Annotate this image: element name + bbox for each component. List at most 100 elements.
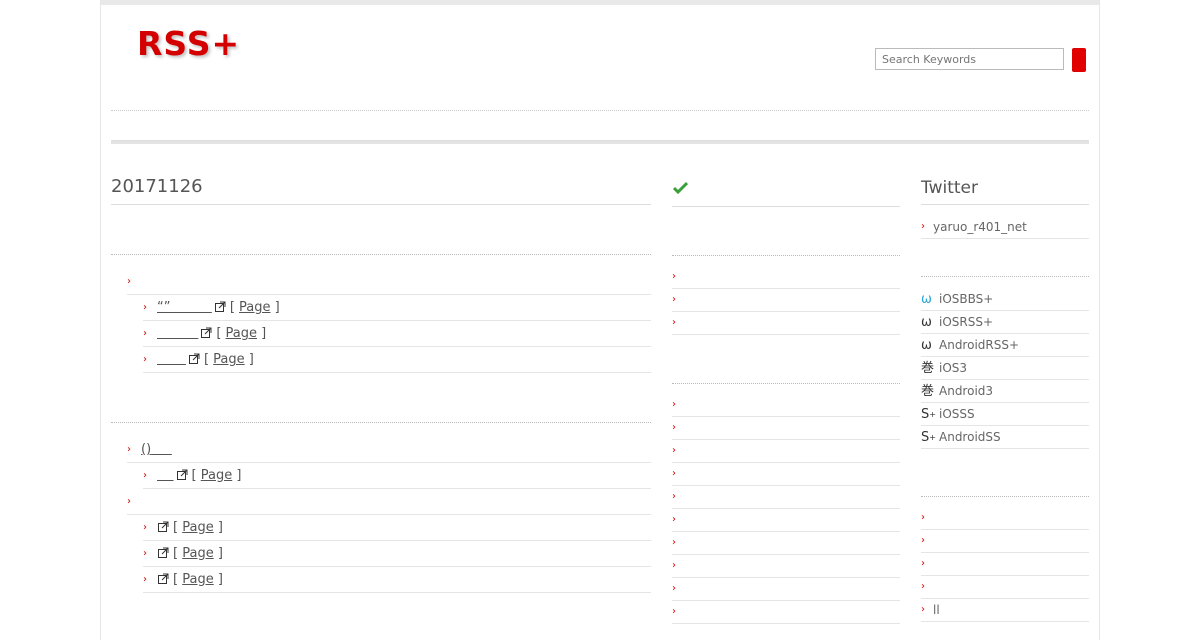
external-link-icon[interactable] xyxy=(176,469,188,480)
page-link[interactable]: Page xyxy=(201,468,232,483)
list-item[interactable]: › xyxy=(127,489,651,515)
chevron-right-icon: › xyxy=(672,560,676,571)
list-item[interactable]: › xyxy=(921,576,1089,599)
chevron-right-icon: › xyxy=(921,558,925,569)
article-link[interactable] xyxy=(157,352,186,367)
article-link[interactable]: “” xyxy=(157,300,212,315)
list-item[interactable]: › xyxy=(921,507,1089,530)
list-item[interactable]: › xyxy=(672,601,900,624)
chevron-right-icon: › xyxy=(672,445,676,456)
section-divider xyxy=(672,383,900,384)
article-link[interactable] xyxy=(157,468,174,483)
app-link-android3[interactable]: 巻 Android3 xyxy=(921,380,1089,403)
list-item[interactable]: › xyxy=(672,532,900,555)
chevron-right-icon: › xyxy=(127,496,131,507)
chevron-right-icon: › xyxy=(672,317,676,328)
app-link-iosbbs[interactable]: ω iOSBBS+ xyxy=(921,288,1089,311)
page-link[interactable]: Page xyxy=(182,572,213,587)
external-link-icon[interactable] xyxy=(201,327,212,338)
article-link[interactable] xyxy=(157,326,198,341)
checkmark-icon xyxy=(673,181,688,194)
omega-icon: ω xyxy=(921,292,932,307)
chevron-right-icon: › xyxy=(127,276,131,287)
chevron-right-icon: › xyxy=(921,512,925,523)
chevron-right-icon: › xyxy=(127,444,131,455)
external-link-icon[interactable] xyxy=(188,353,200,364)
chevron-right-icon: › xyxy=(672,468,676,479)
app-link-androidss[interactable]: S+ AndroidSS xyxy=(921,426,1089,449)
site-logo[interactable]: RSS+ xyxy=(137,24,240,63)
chevron-right-icon: › xyxy=(921,581,925,592)
list-item[interactable]: ›[ Page ] xyxy=(143,567,651,593)
app-link-androidrss[interactable]: ω AndroidRSS+ xyxy=(921,334,1089,357)
date-heading: 20171126 xyxy=(111,176,651,205)
external-link-icon[interactable] xyxy=(158,573,169,584)
list-item[interactable]: › xyxy=(921,553,1089,576)
chevron-right-icon: › xyxy=(143,574,147,585)
chevron-right-icon: › xyxy=(672,514,676,525)
chevron-right-icon: › xyxy=(143,470,147,481)
list-item[interactable]: › [ Page ] xyxy=(143,321,651,347)
top-bar xyxy=(101,0,1099,5)
chevron-right-icon: › xyxy=(921,221,925,232)
page-link[interactable]: Page xyxy=(213,352,244,367)
search-input[interactable] xyxy=(875,48,1064,70)
chevron-right-icon: › xyxy=(672,606,676,617)
section-divider xyxy=(111,254,651,255)
external-link-icon[interactable] xyxy=(158,521,169,532)
app-link-iosrss[interactable]: ω iOSRSS+ xyxy=(921,311,1089,334)
chevron-right-icon: › xyxy=(143,328,147,339)
chevron-right-icon: › xyxy=(672,399,676,410)
page-link[interactable]: Page xyxy=(182,520,213,535)
search-button[interactable] xyxy=(1072,48,1086,72)
scroll-icon: 巻 xyxy=(921,384,935,399)
twitter-heading: Twitter xyxy=(921,178,1089,205)
list-item[interactable]: › xyxy=(672,312,900,335)
nav-bar xyxy=(111,140,1089,144)
list-item[interactable]: › xyxy=(672,555,900,578)
page-link[interactable]: Page xyxy=(239,300,270,315)
list-item[interactable]: ›[ Page ] xyxy=(143,541,651,567)
section-divider xyxy=(672,255,900,256)
list-item[interactable]: › xyxy=(127,269,651,295)
app-link-iosss[interactable]: S+ iOSSS xyxy=(921,403,1089,426)
list-item[interactable]: › xyxy=(921,530,1089,553)
page-link[interactable]: Page xyxy=(182,546,213,561)
category-link[interactable]: () xyxy=(141,442,172,457)
list-item[interactable]: › xyxy=(672,440,900,463)
list-item[interactable]: › xyxy=(672,486,900,509)
list-item[interactable]: › xyxy=(672,266,900,289)
list-item[interactable]: › xyxy=(672,463,900,486)
chevron-right-icon: › xyxy=(672,271,676,282)
chevron-right-icon: › xyxy=(672,422,676,433)
omega-icon: ω xyxy=(921,315,932,330)
page-link[interactable]: Page xyxy=(226,326,257,341)
app-link-ios3[interactable]: 巻 iOS3 xyxy=(921,357,1089,380)
list-item[interactable]: › xyxy=(672,417,900,440)
list-item[interactable]: › “” [ Page ] xyxy=(143,295,651,321)
chevron-right-icon: › xyxy=(672,537,676,548)
list-item[interactable]: › ll xyxy=(921,599,1089,622)
ss-plus-icon: S+ xyxy=(921,430,936,445)
list-item[interactable]: › [ Page ] xyxy=(143,347,651,373)
chevron-right-icon: › xyxy=(672,294,676,305)
header-divider xyxy=(111,110,1089,111)
page-container: RSS+ 20171126 › ›“” [ Page ] › [ Page ] … xyxy=(100,0,1100,640)
omega-icon: ω xyxy=(921,338,932,353)
external-link-icon[interactable] xyxy=(214,301,226,312)
list-item[interactable]: › xyxy=(672,394,900,417)
chevron-right-icon: › xyxy=(921,535,925,546)
list-item[interactable]: › xyxy=(672,289,900,312)
list-item[interactable]: › () xyxy=(127,437,651,463)
section-divider xyxy=(921,496,1089,497)
list-item[interactable]: ›[ Page ] xyxy=(143,515,651,541)
list-item[interactable]: › [ Page ] xyxy=(143,463,651,489)
external-link-icon[interactable] xyxy=(158,547,169,558)
chevron-right-icon: › xyxy=(672,583,676,594)
list-item[interactable]: › xyxy=(672,509,900,532)
section-divider xyxy=(111,422,651,423)
scroll-icon: 巻 xyxy=(921,361,935,376)
list-item[interactable]: › xyxy=(672,578,900,601)
twitter-user-link[interactable]: › yaruo_r401_net xyxy=(921,216,1089,239)
chevron-right-icon: › xyxy=(143,302,147,313)
